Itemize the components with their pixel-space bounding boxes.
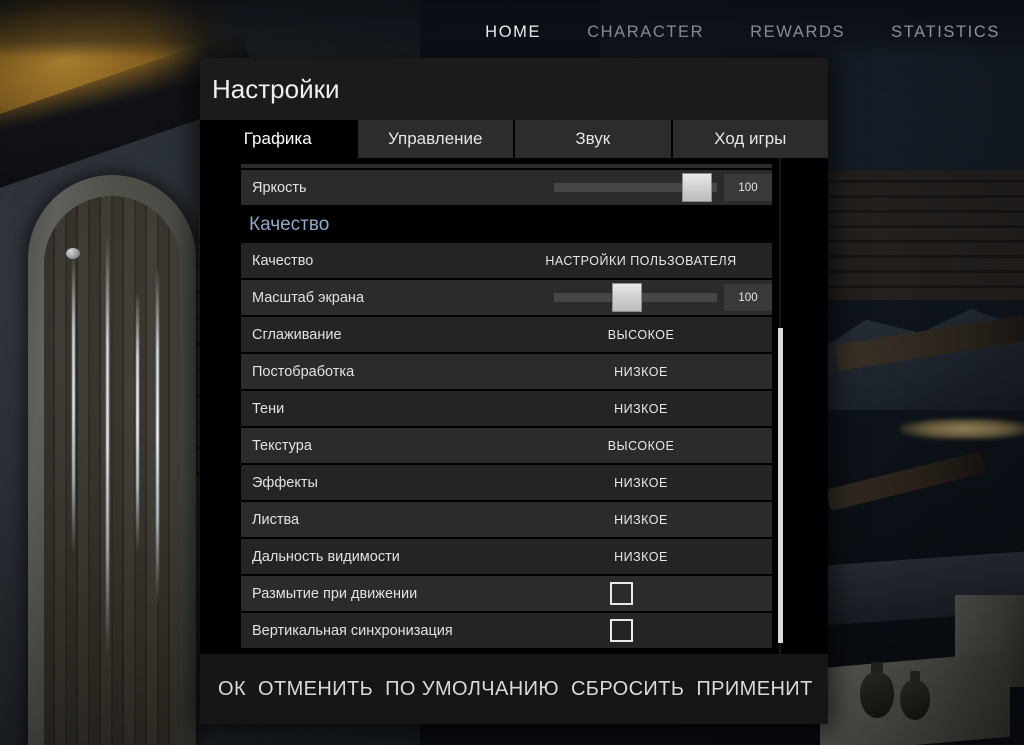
settings-tabs: Графика Управление Звук Ход игры xyxy=(200,120,828,158)
settings-row-label: Яркость xyxy=(252,179,307,196)
settings-row-label: Дальность видимости xyxy=(252,548,400,565)
scrollbar-thumb[interactable] xyxy=(778,328,783,643)
settings-row-label: Листва xyxy=(252,511,300,528)
nav-item-statistics[interactable]: STATISTICS xyxy=(891,24,1000,41)
nav-item-rewards[interactable]: REWARDS xyxy=(750,24,845,41)
settings-row-value[interactable]: НИЗКОЕ xyxy=(541,513,741,527)
top-navigation: HOME CHARACTER REWARDS STATISTICS xyxy=(0,0,1024,58)
settings-scroll-area[interactable]: Яркость 100 Качество Качество НАСТРОЙКИ ПОЛЬ… xyxy=(200,158,828,654)
settings-row-value[interactable]: НИЗКОЕ xyxy=(541,476,741,490)
settings-row-value[interactable]: НАСТРОЙКИ ПОЛЬЗОВАТЕЛЯ xyxy=(541,254,741,268)
settings-row-label: Вертикальная синхронизация xyxy=(252,622,453,639)
slider-value: 100 xyxy=(724,284,772,311)
tab-1[interactable]: Управление xyxy=(357,120,513,158)
slider-thumb[interactable] xyxy=(682,173,713,202)
settings-slider[interactable]: 100 xyxy=(554,171,772,204)
slider-thumb[interactable] xyxy=(612,283,643,312)
settings-row-label: Сглаживание xyxy=(252,326,342,343)
settings-row-clipped xyxy=(241,164,772,168)
settings-row[interactable]: Эффекты НИЗКОЕ xyxy=(241,465,772,500)
dialog-button-2[interactable]: ПО УМОЛЧАНИЮ xyxy=(379,678,565,701)
settings-checkbox[interactable] xyxy=(610,619,633,642)
settings-row[interactable]: Листва НИЗКОЕ xyxy=(241,502,772,537)
slider-value: 100 xyxy=(724,174,772,201)
settings-slider[interactable]: 100 xyxy=(554,281,772,314)
settings-row-label: Качество xyxy=(252,252,314,269)
settings-row-label: Постобработка xyxy=(252,363,355,380)
settings-row-label: Масштаб экрана xyxy=(252,289,365,306)
tab-2[interactable]: Звук xyxy=(515,120,671,158)
dialog-title-bar: Настройки xyxy=(200,58,828,120)
dialog-button-4[interactable]: ПРИМЕНИТ xyxy=(690,678,818,701)
settings-row[interactable]: Качество НАСТРОЙКИ ПОЛЬЗОВАТЕЛЯ xyxy=(241,243,772,278)
nav-item-character[interactable]: CHARACTER xyxy=(587,24,704,41)
settings-row-label: Текстура xyxy=(252,437,312,454)
settings-row[interactable]: Тени НИЗКОЕ xyxy=(241,391,772,426)
settings-row[interactable]: Дальность видимости НИЗКОЕ xyxy=(241,539,772,574)
settings-row[interactable]: Масштаб экрана 100 xyxy=(241,280,772,315)
settings-row-value[interactable]: НИЗКОЕ xyxy=(541,550,741,564)
settings-checkbox[interactable] xyxy=(610,582,633,605)
tab-3[interactable]: Ход игры xyxy=(672,120,828,158)
settings-row-value[interactable]: НИЗКОЕ xyxy=(541,402,741,416)
settings-section-header: Качество xyxy=(241,207,772,243)
settings-rows-container: Яркость 100 Качество Качество НАСТРОЙКИ ПОЛЬ… xyxy=(241,158,772,648)
settings-row-label: Эффекты xyxy=(252,474,318,491)
settings-row[interactable]: Сглаживание ВЫСОКОЕ xyxy=(241,317,772,352)
tab-0[interactable]: Графика xyxy=(200,120,356,158)
settings-row[interactable]: Постобработка НИЗКОЕ xyxy=(241,354,772,389)
settings-row[interactable]: Вертикальная синхронизация xyxy=(241,613,772,648)
settings-row[interactable]: Текстура ВЫСОКОЕ xyxy=(241,428,772,463)
settings-row-value[interactable]: ВЫСОКОЕ xyxy=(541,328,741,342)
settings-dialog: Настройки Графика Управление Звук Ход игры … xyxy=(200,58,828,724)
page-title: Настройки xyxy=(212,73,340,104)
settings-row-label: Тени xyxy=(252,400,285,417)
dialog-button-bar: ОК ОТМЕНИТЬ ПО УМОЛЧАНИЮ СБРОСИТЬ ПРИМЕНИТ xyxy=(200,654,828,724)
settings-row-label: Размытие при движении xyxy=(252,585,418,602)
settings-row[interactable]: Яркость 100 xyxy=(241,170,772,205)
dialog-button-1[interactable]: ОТМЕНИТЬ xyxy=(252,678,379,701)
nav-item-home[interactable]: HOME xyxy=(485,24,541,41)
settings-row-value[interactable]: НИЗКОЕ xyxy=(541,365,741,379)
dialog-button-3[interactable]: СБРОСИТЬ xyxy=(565,678,690,701)
dialog-button-0[interactable]: ОК xyxy=(212,678,252,701)
settings-row[interactable]: Размытие при движении xyxy=(241,576,772,611)
settings-row-value[interactable]: ВЫСОКОЕ xyxy=(541,439,741,453)
